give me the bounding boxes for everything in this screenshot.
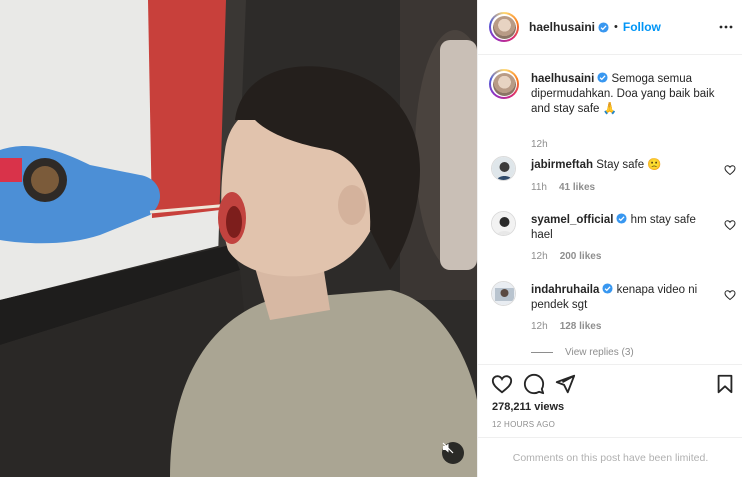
comment-time[interactable]: 12h — [531, 321, 548, 332]
comment-likes[interactable]: 128 likes — [560, 321, 602, 332]
heart-icon[interactable] — [724, 164, 736, 176]
speaker-muted-icon — [442, 442, 454, 454]
comments-limited-notice: Comments on this post have been limited. — [478, 437, 742, 477]
commenter-avatar[interactable] — [491, 156, 516, 181]
comment-time[interactable]: 12h — [531, 251, 548, 262]
comments-list[interactable]: haelhusaini Semoga semua dipermudahkan. … — [478, 56, 742, 364]
comment-text: syamel_official hm stay safe hael — [531, 213, 701, 243]
comment-meta: 11h 41 likes — [531, 182, 595, 193]
follow-button[interactable]: Follow — [623, 20, 661, 34]
verified-badge-icon — [598, 21, 609, 33]
caption-author-avatar[interactable] — [489, 69, 519, 99]
commenter-avatar[interactable] — [491, 211, 516, 236]
comment-text: indahruhaila kenapa video ni pendek sgt — [531, 283, 701, 313]
comment-body: Stay safe 🙁 — [596, 159, 662, 171]
heart-icon[interactable] — [724, 289, 736, 301]
header-separator: • — [614, 21, 618, 33]
video-frame-illustration — [0, 0, 477, 477]
mute-toggle-button[interactable] — [442, 442, 464, 464]
view-replies-button[interactable]: View replies (3) — [531, 347, 634, 358]
comment-bubble-icon[interactable] — [523, 373, 545, 395]
verified-badge-icon — [602, 283, 613, 294]
post-timestamp[interactable]: 12 HOURS AGO — [492, 420, 555, 429]
commenter-avatar[interactable] — [491, 281, 516, 306]
view-replies-label: View replies (3) — [565, 347, 634, 358]
replies-divider-line — [531, 352, 553, 353]
post-header: haelhusaini • Follow — [478, 0, 742, 55]
view-count[interactable]: 278,211 views — [492, 401, 564, 413]
comment-username[interactable]: jabirmeftah — [531, 159, 593, 171]
heart-icon[interactable] — [724, 219, 736, 231]
more-options-icon[interactable] — [719, 20, 733, 34]
post-actions: 278,211 views 12 HOURS AGO — [478, 364, 742, 437]
comment-likes[interactable]: 41 likes — [559, 182, 595, 193]
verified-badge-icon — [616, 213, 628, 224]
caption-text: haelhusaini Semoga semua dipermudahkan. … — [531, 72, 731, 117]
comment-meta: 12h 200 likes — [531, 251, 601, 262]
heart-icon[interactable] — [491, 373, 513, 395]
post-sidebar: haelhusaini • Follow haelhusaini Semoga … — [477, 0, 742, 477]
comment-time[interactable]: 11h — [531, 182, 547, 193]
caption-timestamp[interactable]: 12h — [531, 139, 548, 150]
comment-username[interactable]: syamel_official — [531, 214, 613, 226]
comment-text: jabirmeftah Stay safe 🙁 — [531, 158, 701, 173]
author-avatar[interactable] — [489, 12, 519, 42]
author-username[interactable]: haelhusaini — [529, 20, 595, 34]
bookmark-icon[interactable] — [714, 373, 736, 395]
comment-meta: 12h 128 likes — [531, 321, 601, 332]
caption-username[interactable]: haelhusaini — [531, 73, 594, 85]
comment-likes[interactable]: 200 likes — [560, 251, 602, 262]
verified-badge-icon — [597, 72, 608, 83]
post-video[interactable] — [0, 0, 477, 477]
paper-plane-icon[interactable] — [554, 373, 576, 395]
comment-username[interactable]: indahruhaila — [531, 284, 599, 296]
